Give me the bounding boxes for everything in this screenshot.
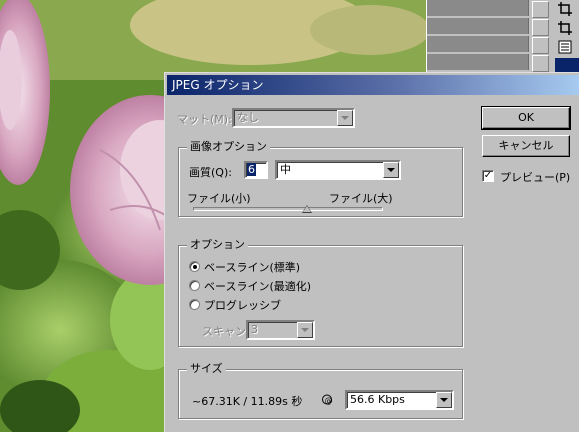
quality-slider-track[interactable]	[193, 207, 383, 211]
quality-slider-thumb[interactable]	[302, 205, 312, 213]
scan-value: 3	[251, 323, 258, 336]
connection-speed-select[interactable]: 56.6 Kbps	[345, 390, 454, 410]
scan-label: スキャン	[202, 325, 246, 338]
preview-checkbox[interactable]: ✓	[482, 170, 494, 182]
baseline-standard-label[interactable]: ベースライン(標準)	[204, 259, 300, 275]
matte-select: なし	[232, 108, 355, 128]
palette-swatch	[427, 18, 529, 34]
palette-swatch	[427, 54, 529, 70]
baseline-optimized-radio[interactable]	[189, 280, 200, 291]
palette-cell[interactable]	[532, 37, 549, 54]
tool-palette	[426, 0, 579, 72]
matte-value: なし	[237, 111, 259, 124]
format-options-group: オプション ベースライン(標準) ベースライン(最適化) プログレッシブ スキャ…	[178, 238, 463, 347]
cancel-button[interactable]: キャンセル	[482, 135, 570, 157]
small-file-label: ファイル(小)	[187, 192, 251, 205]
image-options-group: 画像オプション 画質(Q): 6 中 ファイル(小) ファイル(大)	[178, 140, 463, 217]
quality-preset-select[interactable]: 中	[275, 160, 401, 180]
chevron-down-icon[interactable]	[436, 392, 452, 408]
crop-icon[interactable]	[555, 19, 575, 36]
matte-label: マット(M):	[177, 113, 232, 126]
dialog-title: JPEG オプション	[172, 78, 264, 92]
size-group: サイズ ~67.31K / 11.89s 秒 @ 56.6 Kbps	[178, 362, 463, 419]
image-options-title: 画像オプション	[187, 140, 270, 154]
baseline-optimized-label[interactable]: ベースライン(最適化)	[204, 278, 311, 294]
size-readout: ~67.31K / 11.89s 秒	[192, 395, 303, 408]
quality-label: 画質(Q):	[189, 166, 232, 179]
palette-swatch	[427, 36, 529, 52]
dialog-titlebar[interactable]: JPEG オプション	[167, 75, 579, 95]
modem-speed-icon: @	[322, 393, 344, 406]
note-icon[interactable]	[555, 38, 575, 55]
connection-speed-value: 56.6 Kbps	[350, 393, 405, 406]
scan-select: 3	[246, 320, 315, 340]
progressive-radio[interactable]	[189, 299, 200, 310]
preview-label[interactable]: プレビュー(P)	[500, 169, 570, 185]
progressive-label[interactable]: プログレッシブ	[204, 297, 281, 313]
palette-cell[interactable]	[532, 1, 549, 18]
palette-cell[interactable]	[532, 55, 549, 72]
ok-button[interactable]: OK	[481, 106, 571, 130]
baseline-standard-radio[interactable]	[189, 261, 200, 272]
jpeg-options-dialog: JPEG オプション マット(M): なし 画像オプション 画質(Q): 6 中…	[164, 72, 579, 432]
palette-selected-row	[555, 58, 579, 72]
svg-text:@: @	[325, 396, 333, 405]
palette-cell[interactable]	[532, 19, 549, 36]
crop-icon[interactable]	[555, 0, 575, 17]
chevron-down-icon	[337, 110, 353, 126]
large-file-label: ファイル(大)	[329, 192, 393, 205]
quality-value: 6	[247, 163, 256, 176]
size-title: サイズ	[187, 362, 226, 376]
format-options-title: オプション	[187, 238, 248, 252]
palette-swatch	[427, 0, 529, 16]
quality-preset-value: 中	[280, 163, 291, 176]
quality-field[interactable]: 6	[244, 161, 268, 179]
chevron-down-icon	[297, 322, 313, 338]
chevron-down-icon[interactable]	[383, 162, 399, 178]
